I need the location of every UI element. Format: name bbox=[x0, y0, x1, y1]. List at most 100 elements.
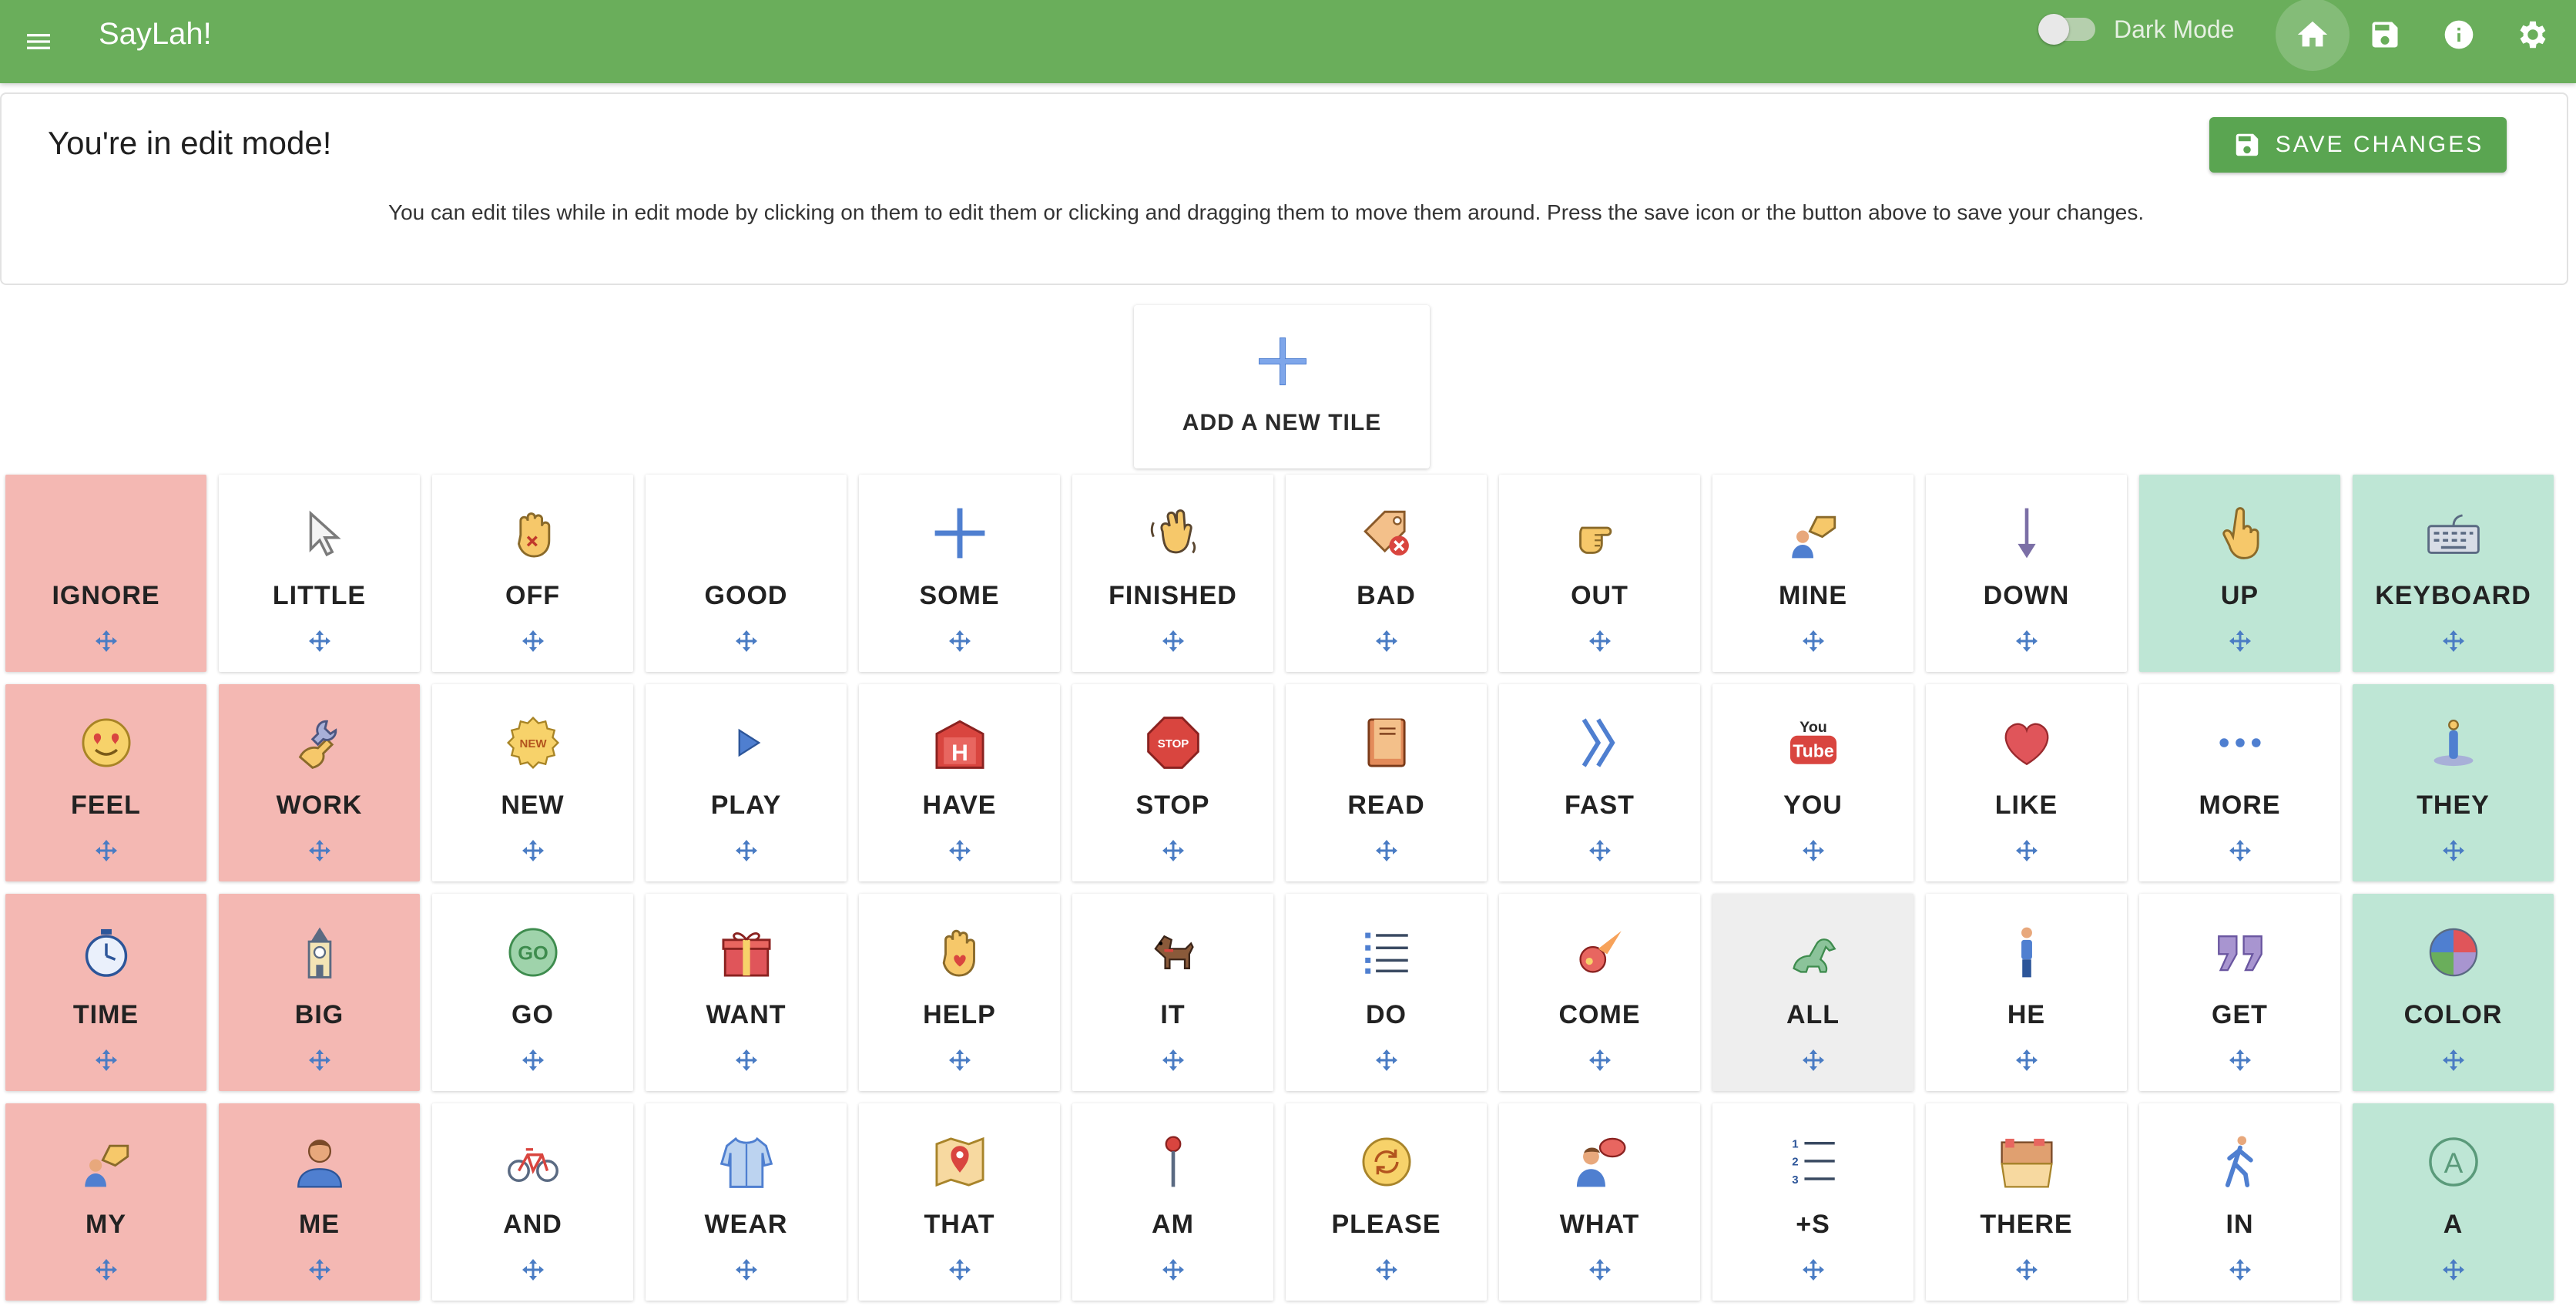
move-icon[interactable] bbox=[2014, 1257, 2039, 1282]
move-icon[interactable] bbox=[2014, 629, 2039, 653]
save-toolbar-button[interactable] bbox=[2348, 0, 2422, 69]
move-icon[interactable] bbox=[94, 838, 119, 863]
tile-some[interactable]: SOME bbox=[859, 475, 1060, 672]
move-icon[interactable] bbox=[2441, 838, 2466, 863]
settings-button[interactable] bbox=[2496, 0, 2570, 69]
move-icon[interactable] bbox=[1161, 1048, 1186, 1073]
move-icon[interactable] bbox=[2441, 1048, 2466, 1073]
tile-new[interactable]: NEW NEW bbox=[432, 684, 633, 881]
move-icon[interactable] bbox=[734, 1257, 759, 1282]
tile-down[interactable]: DOWN bbox=[1926, 475, 2127, 672]
tile-good[interactable]: GOOD bbox=[646, 475, 847, 672]
move-icon[interactable] bbox=[734, 629, 759, 653]
move-icon[interactable] bbox=[1801, 1048, 1826, 1073]
tile-out[interactable]: OUT bbox=[1499, 475, 1700, 672]
move-icon[interactable] bbox=[2228, 1048, 2252, 1073]
move-icon[interactable] bbox=[1801, 1257, 1826, 1282]
move-icon[interactable] bbox=[948, 1048, 972, 1073]
move-icon[interactable] bbox=[1374, 629, 1399, 653]
tile-and[interactable]: AND bbox=[432, 1103, 633, 1301]
tile-off[interactable]: OFF bbox=[432, 475, 633, 672]
tile-do[interactable]: DO bbox=[1286, 894, 1487, 1091]
info-button[interactable] bbox=[2422, 0, 2496, 69]
move-icon[interactable] bbox=[1161, 838, 1186, 863]
move-icon[interactable] bbox=[1801, 838, 1826, 863]
tile-little[interactable]: LITTLE bbox=[219, 475, 420, 672]
move-icon[interactable] bbox=[1588, 1257, 1612, 1282]
menu-button[interactable] bbox=[14, 17, 63, 66]
tile-up[interactable]: UP bbox=[2139, 475, 2340, 672]
tile-ignore[interactable]: IGNORE bbox=[5, 475, 206, 672]
tile-me[interactable]: ME bbox=[219, 1103, 420, 1301]
tile-get[interactable]: GET bbox=[2139, 894, 2340, 1091]
tile-all[interactable]: ALL bbox=[1712, 894, 1914, 1091]
move-icon[interactable] bbox=[521, 629, 545, 653]
home-button[interactable] bbox=[2276, 0, 2350, 71]
move-icon[interactable] bbox=[2014, 838, 2039, 863]
tile-fast[interactable]: FAST bbox=[1499, 684, 1700, 881]
add-new-tile-button[interactable]: ADD A NEW TILE bbox=[1134, 305, 1430, 468]
move-icon[interactable] bbox=[2014, 1048, 2039, 1073]
move-icon[interactable] bbox=[307, 1048, 332, 1073]
move-icon[interactable] bbox=[1588, 838, 1612, 863]
save-changes-button[interactable]: SAVE CHANGES bbox=[2209, 117, 2507, 173]
move-icon[interactable] bbox=[1161, 629, 1186, 653]
tile-go[interactable]: GO GO bbox=[432, 894, 633, 1091]
tile-want[interactable]: WANT bbox=[646, 894, 847, 1091]
tile-finished[interactable]: FINISHED bbox=[1072, 475, 1273, 672]
move-icon[interactable] bbox=[2228, 838, 2252, 863]
tile-what[interactable]: WHAT bbox=[1499, 1103, 1700, 1301]
tile-color[interactable]: COLOR bbox=[2353, 894, 2554, 1091]
move-icon[interactable] bbox=[2441, 629, 2466, 653]
move-icon[interactable] bbox=[2228, 1257, 2252, 1282]
move-icon[interactable] bbox=[734, 838, 759, 863]
tile-a[interactable]: AA bbox=[2353, 1103, 2554, 1301]
tile-help[interactable]: HELP bbox=[859, 894, 1060, 1091]
tile-like[interactable]: LIKE bbox=[1926, 684, 2127, 881]
move-icon[interactable] bbox=[94, 1048, 119, 1073]
tile-time[interactable]: TIME bbox=[5, 894, 206, 1091]
tile-in[interactable]: IN bbox=[2139, 1103, 2340, 1301]
tile-my[interactable]: MY bbox=[5, 1103, 206, 1301]
move-icon[interactable] bbox=[307, 838, 332, 863]
tile-wear[interactable]: WEAR bbox=[646, 1103, 847, 1301]
tile-they[interactable]: THEY bbox=[2353, 684, 2554, 881]
move-icon[interactable] bbox=[2228, 629, 2252, 653]
tile-come[interactable]: COME bbox=[1499, 894, 1700, 1091]
tile-you[interactable]: You Tube YOU bbox=[1712, 684, 1914, 881]
tile-mine[interactable]: MINE bbox=[1712, 475, 1914, 672]
move-icon[interactable] bbox=[94, 629, 119, 653]
move-icon[interactable] bbox=[94, 1257, 119, 1282]
move-icon[interactable] bbox=[521, 1257, 545, 1282]
move-icon[interactable] bbox=[1374, 838, 1399, 863]
move-icon[interactable] bbox=[1374, 1048, 1399, 1073]
tile-keyboard[interactable]: KEYBOARD bbox=[2353, 475, 2554, 672]
tile-stop[interactable]: STOP STOP bbox=[1072, 684, 1273, 881]
move-icon[interactable] bbox=[948, 838, 972, 863]
move-icon[interactable] bbox=[307, 1257, 332, 1282]
move-icon[interactable] bbox=[948, 629, 972, 653]
tile-please[interactable]: PLEASE bbox=[1286, 1103, 1487, 1301]
move-icon[interactable] bbox=[1588, 629, 1612, 653]
tile-feel[interactable]: FEEL bbox=[5, 684, 206, 881]
tile-s[interactable]: 1 2 3 +S bbox=[1712, 1103, 1914, 1301]
move-icon[interactable] bbox=[2441, 1257, 2466, 1282]
move-icon[interactable] bbox=[521, 838, 545, 863]
tile-big[interactable]: BIG bbox=[219, 894, 420, 1091]
move-icon[interactable] bbox=[948, 1257, 972, 1282]
tile-am[interactable]: AM bbox=[1072, 1103, 1273, 1301]
tile-that[interactable]: THAT bbox=[859, 1103, 1060, 1301]
move-icon[interactable] bbox=[734, 1048, 759, 1073]
dark-mode-switch[interactable] bbox=[2038, 14, 2095, 45]
tile-he[interactable]: HE bbox=[1926, 894, 2127, 1091]
move-icon[interactable] bbox=[521, 1048, 545, 1073]
move-icon[interactable] bbox=[1801, 629, 1826, 653]
move-icon[interactable] bbox=[1161, 1257, 1186, 1282]
tile-more[interactable]: MORE bbox=[2139, 684, 2340, 881]
move-icon[interactable] bbox=[1374, 1257, 1399, 1282]
tile-there[interactable]: THERE bbox=[1926, 1103, 2127, 1301]
tile-read[interactable]: READ bbox=[1286, 684, 1487, 881]
tile-it[interactable]: IT bbox=[1072, 894, 1273, 1091]
move-icon[interactable] bbox=[307, 629, 332, 653]
tile-have[interactable]: H HAVE bbox=[859, 684, 1060, 881]
